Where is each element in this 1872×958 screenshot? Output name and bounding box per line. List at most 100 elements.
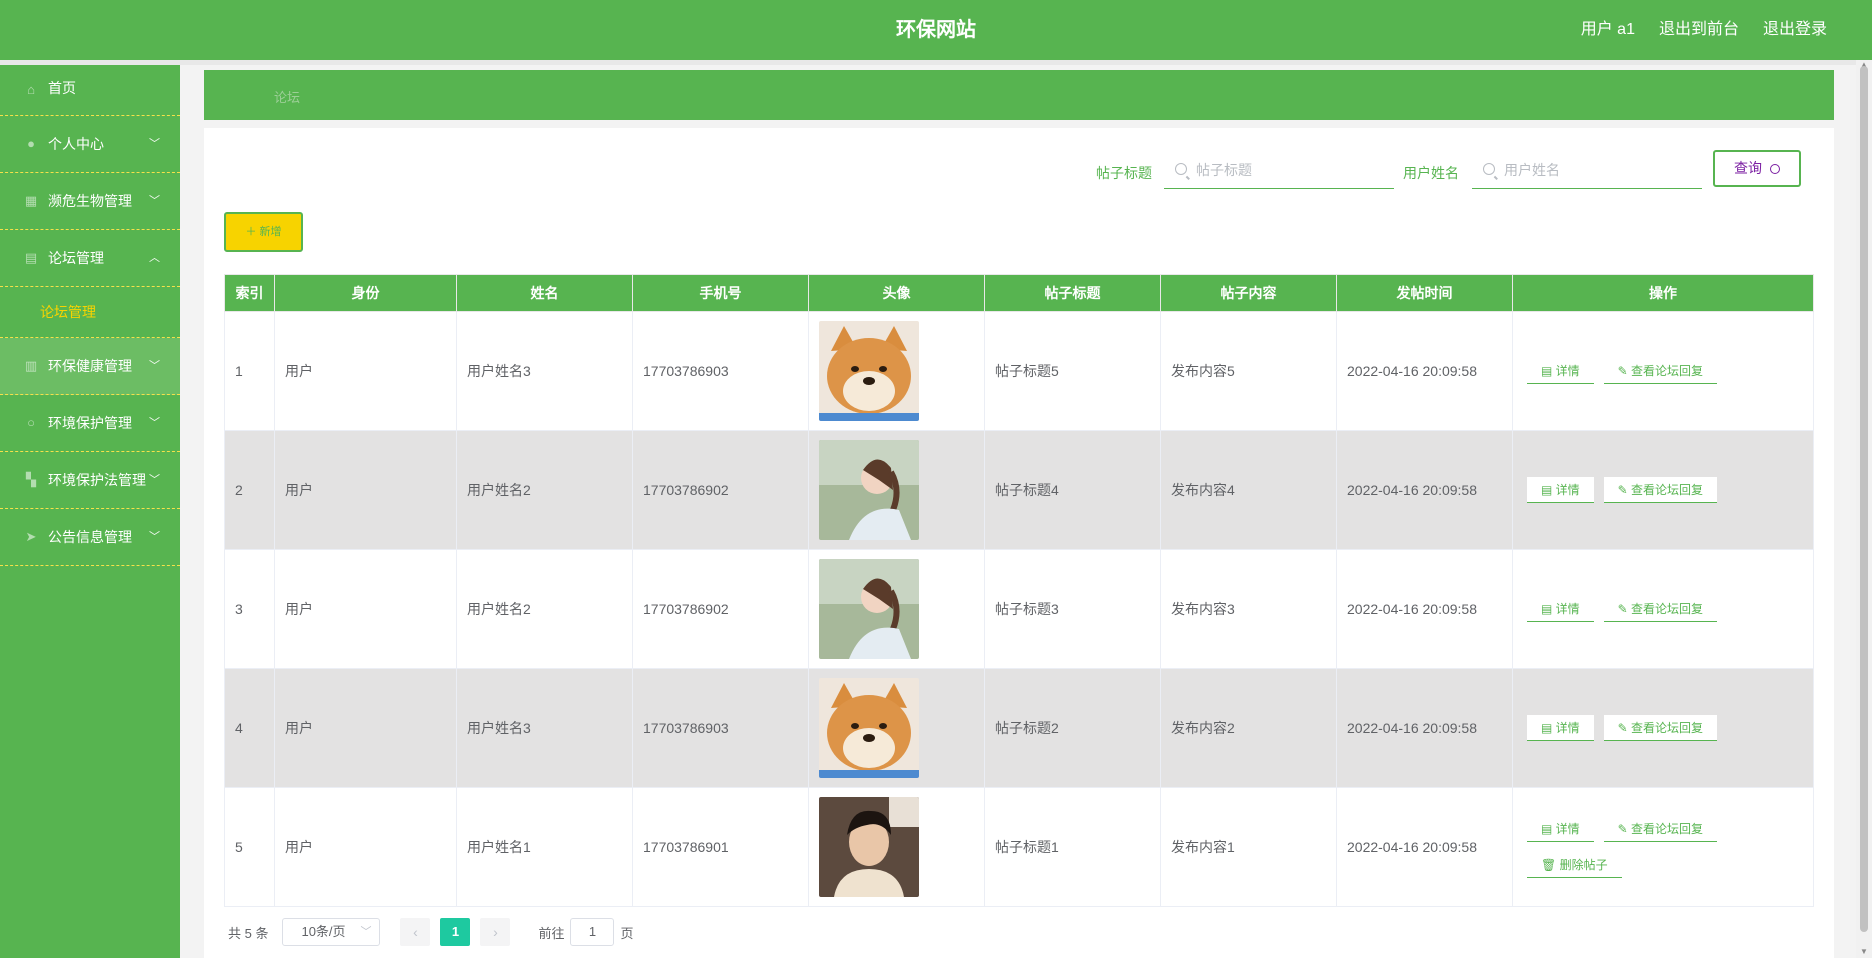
col-name: 姓名 [456,274,633,312]
cell-post-time: 2022-04-16 20:09:58 [1336,668,1513,788]
scroll-down-icon[interactable]: ▼ [1860,947,1868,956]
sidebar: ⌂ 首页 ● 个人中心 ﹀ ▦ 濒危生物管理 ﹀ ▤ 论坛管理 ︿ 论坛管理 ▥… [0,65,180,958]
detail-button[interactable]: ▤ 详情 [1527,477,1594,503]
chevron-down-icon: ﹀ [149,138,160,150]
cell-phone: 17703786903 [632,311,809,431]
cell-post-time: 2022-04-16 20:09:58 [1336,311,1513,431]
sidebar-item-env-law[interactable]: ▚ 环境保护法管理 ﹀ [0,452,180,509]
document-icon: ▤ [1541,602,1556,616]
top-header: 环保网站 用户 a1 退出到前台 退出登录 [0,0,1872,60]
post-title-input[interactable] [1194,161,1388,179]
view-reply-label: 查看论坛回复 [1630,822,1703,836]
page-size-select[interactable]: 10条/页 ﹀ [282,918,381,946]
logout-link[interactable]: 退出登录 [1763,0,1827,60]
detail-button[interactable]: ▤ 详情 [1527,816,1594,842]
user-name-field[interactable] [1472,153,1702,189]
edit-icon: ✎ [1617,721,1631,735]
sidebar-item-label: 环境保护管理 [48,415,132,431]
avatar-shiba-dog[interactable] [819,678,919,778]
cell-role: 用户 [274,311,457,431]
avatar-young-man[interactable] [819,797,919,897]
sidebar-item-label: 环保健康管理 [48,358,132,374]
cell-post-time: 2022-04-16 20:09:58 [1336,430,1513,550]
cell-post-content: 发布内容3 [1160,549,1337,669]
prev-page-button[interactable]: ‹ [400,918,431,946]
cell-name: 用户姓名3 [456,311,633,431]
add-button[interactable]: ＋ 新增 [224,212,303,252]
cell-avatar [808,430,985,550]
cell-name: 用户姓名2 [456,549,633,669]
chevron-down-icon: ﹀ [360,926,372,938]
cell-phone: 17703786903 [632,668,809,788]
detail-button[interactable]: ▤ 详情 [1527,596,1594,622]
page-scrollbar[interactable]: ▲ ▼ [1856,60,1872,958]
avatar-girl-profile[interactable] [819,559,919,659]
view-reply-button[interactable]: ✎ 查看论坛回复 [1603,816,1717,842]
edit-icon: ✎ [1617,483,1631,497]
page-number-current[interactable]: 1 [440,918,471,946]
view-reply-label: 查看论坛回复 [1630,483,1703,497]
avatar-girl-profile[interactable] [819,440,919,540]
col-actions: 操作 [1512,274,1814,312]
submenu-forum-manage[interactable]: 论坛管理 [0,287,180,338]
document-icon: ▤ [1541,364,1556,378]
sidebar-item-home[interactable]: ⌂ 首页 [0,65,180,116]
edit-icon: ✎ [1617,602,1631,616]
sidebar-item-announcement[interactable]: ➤ 公告信息管理 ﹀ [0,509,180,566]
avatar-shiba-dog[interactable] [819,321,919,421]
post-title-field[interactable] [1164,153,1394,189]
detail-label: 详情 [1555,822,1580,836]
cell-post-time: 2022-04-16 20:09:58 [1336,549,1513,669]
back-to-front-link[interactable]: 退出到前台 [1659,0,1739,60]
view-reply-button[interactable]: ✎ 查看论坛回复 [1603,358,1717,384]
breadcrumb: 论坛 [204,70,1834,120]
cell-actions: ▤ 详情 ✎ 查看论坛回复 [1512,549,1814,669]
cell-index: 2 [224,430,275,550]
query-button[interactable]: 查询 [1713,150,1801,187]
edit-icon: ✎ [1617,364,1631,378]
delete-post-button[interactable]: 🗑 删除帖子 [1527,852,1622,878]
next-page-button[interactable]: › [480,918,511,946]
pagination: 共 5 条 10条/页 ﹀ ‹ 1 › 前往 1 页 [228,918,634,946]
sidebar-item-endangered[interactable]: ▦ 濒危生物管理 ﹀ [0,173,180,230]
cell-role: 用户 [274,668,457,788]
home-icon: ⌂ [27,82,35,97]
breadcrumb-current[interactable]: 论坛 [274,87,300,106]
chevron-down-icon: ﹀ [149,417,160,429]
cell-post-title: 帖子标题5 [984,311,1161,431]
sidebar-item-forum[interactable]: ▤ 论坛管理 ︿ [0,230,180,287]
view-reply-button[interactable]: ✎ 查看论坛回复 [1603,596,1717,622]
detail-button[interactable]: ▤ 详情 [1527,358,1594,384]
cell-name: 用户姓名3 [456,668,633,788]
col-post-content: 帖子内容 [1160,274,1337,312]
page-size-value: 10条/页 [301,924,346,939]
chevron-down-icon: ﹀ [149,360,160,372]
apps-icon: ▚ [26,472,36,487]
table-row: 1 用户 用户姓名3 17703786903 帖子标题5 发布内容5 2022-… [224,311,1814,431]
user-name-input[interactable] [1502,161,1696,179]
scrollbar-thumb[interactable] [1860,66,1868,932]
query-label: 查询 [1734,160,1763,176]
cell-avatar [808,787,985,907]
view-reply-label: 查看论坛回复 [1630,602,1703,616]
col-post-time: 发帖时间 [1336,274,1513,312]
sidebar-item-personal-center[interactable]: ● 个人中心 ﹀ [0,116,180,173]
circle-icon: ○ [27,415,35,430]
post-title-label: 帖子标题 [1096,165,1152,181]
table-row: 5 用户 用户姓名1 17703786901 帖子标题1 发布内容1 2022-… [224,787,1814,907]
detail-button[interactable]: ▤ 详情 [1527,715,1594,741]
sidebar-item-env-protection[interactable]: ○ 环境保护管理 ﹀ [0,395,180,452]
view-reply-button[interactable]: ✎ 查看论坛回复 [1603,477,1717,503]
cell-role: 用户 [274,787,457,907]
sidebar-item-health[interactable]: ▥ 环保健康管理 ﹀ [0,338,180,395]
search-icon [1175,163,1187,175]
sidebar-item-label: 首页 [48,80,76,96]
cell-role: 用户 [274,549,457,669]
view-reply-button[interactable]: ✎ 查看论坛回复 [1603,715,1717,741]
goto-page-input[interactable]: 1 [570,918,615,946]
col-index: 索引 [224,274,275,312]
sidebar-item-label: 环境保护法管理 [48,472,146,488]
cell-post-content: 发布内容4 [1160,430,1337,550]
search-icon [1769,164,1780,174]
sidebar-item-label: 公告信息管理 [48,529,132,545]
